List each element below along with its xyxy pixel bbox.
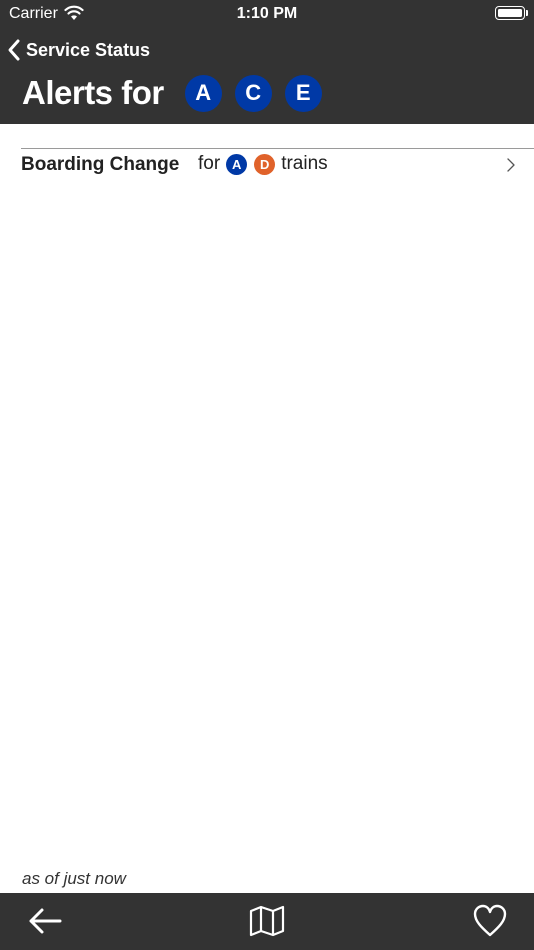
tab-bar xyxy=(0,893,534,950)
route-bullet-a: A xyxy=(184,74,222,112)
back-button[interactable]: Service Status xyxy=(6,37,150,63)
chevron-left-icon xyxy=(8,39,20,61)
alert-row[interactable]: Boarding Change for A D trains xyxy=(21,148,534,204)
status-bar: Carrier 1:10 PM xyxy=(0,0,534,28)
battery-icon xyxy=(495,6,525,20)
route-bullet-d-small: D xyxy=(254,153,276,175)
page-title: Alerts for A C E xyxy=(22,73,322,113)
route-bullet-e: E xyxy=(284,74,322,112)
alert-suffix: trains xyxy=(281,153,328,174)
route-bullet-a-small: A xyxy=(226,153,248,175)
status-time: 1:10 PM xyxy=(236,5,298,22)
updated-timestamp: as of just now xyxy=(22,869,126,888)
alert-prefix: for xyxy=(198,153,221,174)
back-button-label: Service Status xyxy=(26,39,151,60)
header-bar: Carrier 1:10 PM Service Status Alerts fo… xyxy=(0,0,534,124)
map-tab-button[interactable] xyxy=(247,903,287,939)
battery-tip xyxy=(526,10,528,16)
arrow-left-icon xyxy=(29,908,62,934)
route-bullet-c: C xyxy=(234,74,272,112)
alert-title: Boarding Change xyxy=(21,154,180,175)
page-title-text: Alerts for xyxy=(22,74,164,111)
map-icon xyxy=(249,905,285,937)
chevron-right-icon xyxy=(507,158,515,172)
back-tab-button[interactable] xyxy=(25,903,65,939)
favorite-tab-button[interactable] xyxy=(470,903,510,939)
alert-description: for A D trains xyxy=(198,152,328,176)
heart-icon xyxy=(473,904,507,937)
